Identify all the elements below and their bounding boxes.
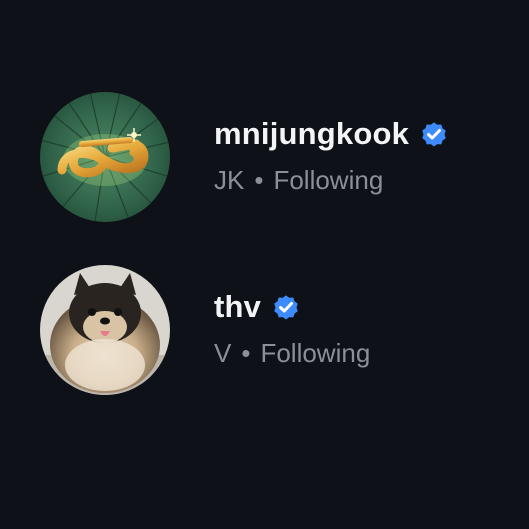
verified-badge-icon [422, 122, 446, 147]
separator-dot: • [254, 165, 264, 195]
pomeranian-dog-photo-avatar-icon [40, 265, 170, 395]
display-name: JK [214, 165, 245, 195]
account-subtitle: JK • Following [214, 164, 449, 196]
account-row-thv[interactable]: thv V • Following [40, 265, 510, 395]
display-name: V [214, 338, 232, 368]
avatar[interactable] [40, 265, 170, 395]
following-status: Following [273, 165, 384, 195]
following-status: Following [260, 338, 371, 368]
following-list: mnijungkook JK • Following thv V • Follo… [0, 0, 529, 529]
account-row-mnijungkook[interactable]: mnijungkook JK • Following [40, 92, 510, 222]
username[interactable]: mnijungkook [214, 114, 409, 154]
verified-badge-icon [274, 295, 298, 320]
account-subtitle: V • Following [214, 337, 370, 369]
avatar[interactable] [40, 92, 170, 222]
golden-z-emblem-avatar-icon [40, 92, 170, 222]
username[interactable]: thv [214, 287, 261, 327]
separator-dot: • [241, 338, 251, 368]
